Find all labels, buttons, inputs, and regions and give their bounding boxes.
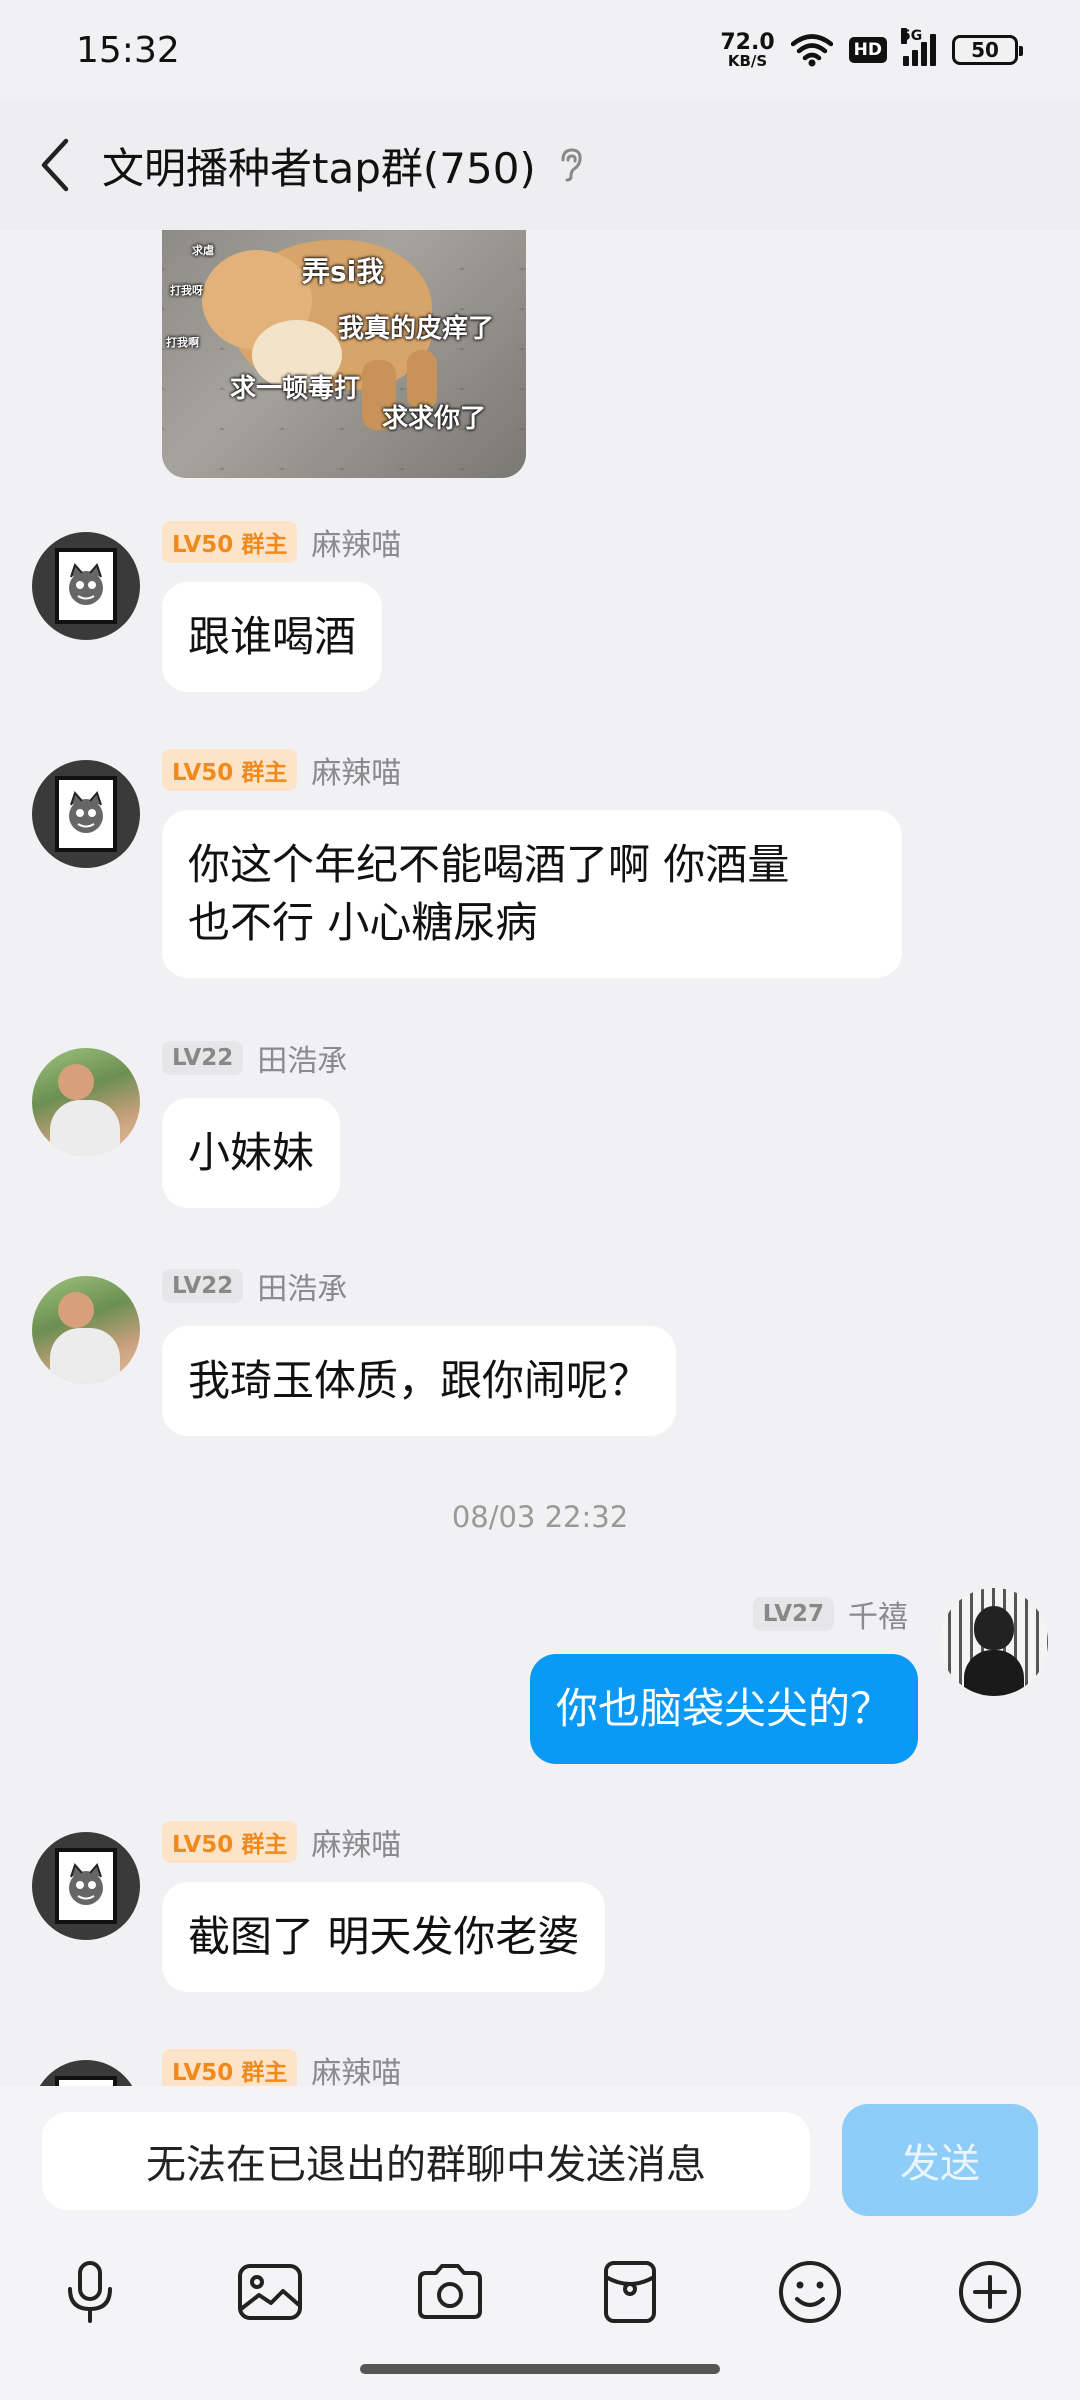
message-list[interactable]: 求虐 打我呀 打我啊 弄si我 我真的皮痒了 求一顿毒打 求求你了 LV50 群… — [0, 230, 1080, 2086]
level-badge: LV50 群主 — [162, 521, 298, 563]
sender-name: 麻辣喵 — [311, 756, 402, 791]
network-type: 5G — [901, 28, 923, 44]
level-badge: LV27 — [752, 1597, 834, 1631]
level-badge: LV22 — [162, 1269, 244, 1303]
message-bubble[interactable]: 你也脑袋尖尖的？ — [529, 1654, 918, 1764]
network-speed-unit: KB/S — [727, 51, 768, 70]
group-title[interactable]: 文明播种者tap群(750) — [102, 135, 536, 196]
message-bubble[interactable]: 你这个年纪不能喝酒了啊 你酒量 也不行 小心糖尿病 — [162, 810, 902, 978]
camera-icon[interactable] — [414, 2256, 486, 2328]
sender-name: 麻辣喵 — [311, 2056, 402, 2086]
red-packet-icon[interactable] — [594, 2256, 666, 2328]
chevron-left-icon[interactable] — [38, 135, 78, 195]
ear-help-icon[interactable] — [556, 147, 586, 183]
sticker-small-text: 求虐 — [192, 244, 214, 257]
timestamp: 08/03 22:32 — [451, 1500, 629, 1534]
input-bar: 无法在已退出的群聊中发送消息 发送 — [0, 2086, 1080, 2236]
hd-badge: HD — [848, 37, 887, 63]
signal-icon: 5G — [901, 28, 936, 66]
message-bubble[interactable]: 小妹妹 — [162, 1098, 341, 1208]
sticker-image[interactable]: 求虐 打我呀 打我啊 弄si我 我真的皮痒了 求一顿毒打 求求你了 — [162, 230, 526, 478]
input-toolbar — [0, 2236, 1080, 2346]
image-icon[interactable] — [234, 2256, 306, 2328]
sticker-caption: 求一顿毒打 — [230, 374, 361, 404]
sticker-caption: 我真的皮痒了 — [338, 314, 495, 344]
status-bar: 15:32 72.0 KB/S HD 5G 50 — [0, 0, 1080, 100]
message-bubble[interactable]: 我琦玉体质，跟你闹呢？ — [162, 1326, 677, 1436]
sender-name: 麻辣喵 — [311, 1828, 402, 1863]
sticker-caption: 弄si我 — [302, 255, 385, 288]
message-bubble[interactable]: 截图了 明天发你老婆 — [162, 1882, 606, 1992]
battery-level: 50 — [971, 38, 999, 62]
message-input[interactable]: 无法在已退出的群聊中发送消息 — [42, 2112, 810, 2210]
home-indicator[interactable] — [360, 2364, 720, 2374]
status-icons: 72.0 KB/S HD 5G 50 — [720, 28, 1023, 70]
sender-name: 田浩承 — [257, 1044, 348, 1079]
wifi-icon — [790, 34, 833, 67]
avatar[interactable] — [32, 2060, 140, 2086]
send-button[interactable]: 发送 — [842, 2104, 1038, 2216]
avatar[interactable] — [32, 1832, 140, 1940]
sticker-small-text: 打我呀 — [170, 284, 203, 297]
plus-icon[interactable] — [954, 2256, 1026, 2328]
microphone-icon[interactable] — [54, 2256, 126, 2328]
avatar[interactable] — [32, 532, 140, 640]
chat-header: 文明播种者tap群(750) — [0, 100, 1080, 230]
sticker-caption: 求求你了 — [382, 404, 487, 434]
network-speed: 72.0 KB/S — [720, 29, 775, 70]
avatar[interactable] — [32, 760, 140, 868]
status-time: 15:32 — [76, 29, 180, 71]
sender-name: 麻辣喵 — [311, 528, 402, 563]
avatar[interactable] — [32, 1276, 140, 1384]
avatar[interactable] — [940, 1588, 1048, 1696]
level-badge: LV50 群主 — [162, 1821, 298, 1863]
sender-name: 田浩承 — [257, 1272, 348, 1307]
message-bubble[interactable]: 跟谁喝酒 — [162, 582, 383, 692]
sticker-small-text: 打我啊 — [166, 336, 199, 349]
level-badge: LV50 群主 — [162, 2049, 298, 2086]
sender-name: 千禧 — [848, 1600, 908, 1635]
battery-icon: 50 — [952, 35, 1023, 65]
level-badge: LV50 群主 — [162, 749, 298, 791]
level-badge: LV22 — [162, 1041, 244, 1075]
network-speed-value: 72.0 — [720, 29, 775, 55]
avatar[interactable] — [32, 1048, 140, 1156]
emoji-icon[interactable] — [774, 2256, 846, 2328]
